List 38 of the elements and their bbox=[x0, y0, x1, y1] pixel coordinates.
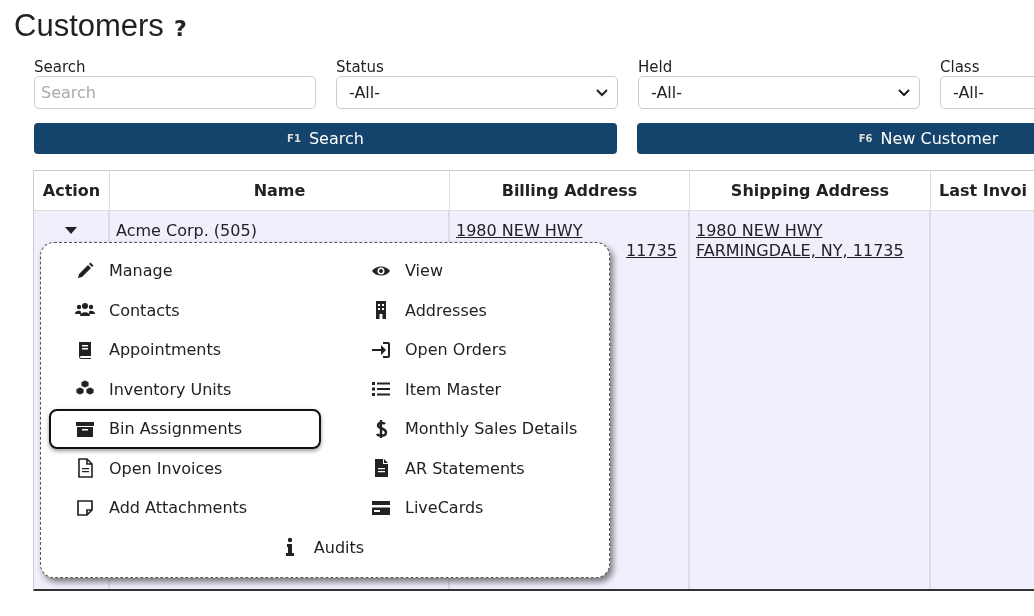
document-icon bbox=[75, 458, 95, 479]
customer-name: Acme Corp. (505) bbox=[116, 221, 257, 240]
filter-dropdown[interactable]: -All- bbox=[336, 76, 618, 109]
caret-down-icon[interactable] bbox=[65, 227, 77, 234]
menu-item[interactable]: Open Orders bbox=[329, 330, 601, 370]
chevron-icon bbox=[897, 87, 911, 98]
menu-item[interactable]: Addresses bbox=[329, 290, 601, 330]
filter-dropdown[interactable]: -All- bbox=[940, 76, 1034, 109]
filter-label: Search bbox=[34, 58, 87, 76]
filter-label: Held bbox=[638, 58, 674, 76]
filter-dropdown[interactable]: -All- bbox=[638, 76, 920, 109]
menu-item[interactable]: View bbox=[329, 251, 601, 291]
shipping-address-link[interactable]: 1980 NEW HWY bbox=[696, 221, 823, 241]
search-button[interactable]: F1 Search bbox=[34, 123, 617, 154]
pencil-icon bbox=[75, 260, 95, 281]
filter-label: Class bbox=[940, 58, 981, 76]
menu-item[interactable]: Audits bbox=[49, 527, 601, 567]
menu-item[interactable]: Manage bbox=[49, 251, 321, 291]
sign-in-icon bbox=[371, 339, 391, 360]
menu-item[interactable]: Item Master bbox=[329, 369, 601, 409]
menu-item[interactable]: Add Attachments bbox=[49, 488, 321, 528]
shipping-address-link[interactable]: FARMINGDALE, NY, 11735 bbox=[696, 241, 904, 261]
filter-label: Status bbox=[336, 58, 385, 76]
menu-item[interactable]: Open Invoices bbox=[49, 448, 321, 488]
note-icon bbox=[75, 497, 95, 518]
help-link[interactable]: ? bbox=[173, 16, 187, 41]
menu-item[interactable]: Inventory Units bbox=[49, 369, 321, 409]
menu-item[interactable]: LiveCards bbox=[329, 488, 601, 528]
chevron-icon bbox=[595, 87, 609, 98]
menu-item[interactable]: Contacts bbox=[49, 290, 321, 330]
billing-address-link[interactable]: 1980 NEW HWY bbox=[456, 221, 583, 241]
menu-item[interactable]: AR Statements bbox=[329, 448, 601, 488]
page-title: Customers bbox=[14, 8, 164, 44]
menu-item[interactable]: Monthly Sales Details bbox=[329, 409, 601, 449]
menu-item[interactable]: Appointments bbox=[49, 330, 321, 370]
menu-item[interactable]: Bin Assignments bbox=[49, 409, 321, 449]
new-customer-button[interactable]: F6 New Customer bbox=[637, 123, 1034, 154]
search-field[interactable]: Search bbox=[34, 76, 316, 109]
